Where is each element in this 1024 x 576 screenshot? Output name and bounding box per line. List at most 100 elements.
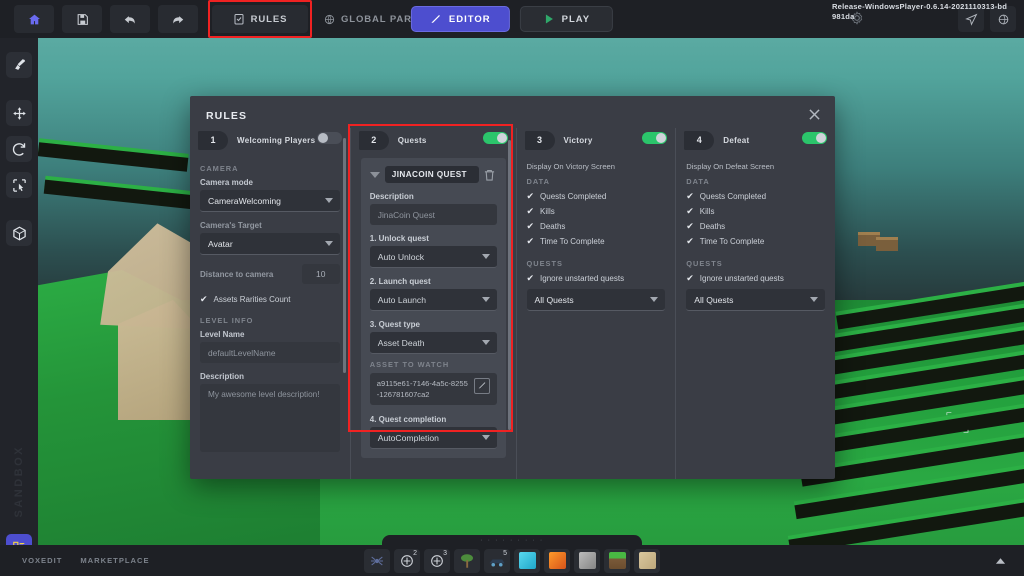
home-icon [28, 13, 41, 26]
display-on-defeat-screen-label: Display On Defeat Screen [686, 162, 775, 171]
distance-to-camera-input[interactable]: 10 [301, 264, 340, 284]
defeat-data-deaths[interactable]: ✔ Deaths [686, 221, 825, 232]
quest-description-input[interactable]: JinaCoin Quest [369, 204, 497, 225]
undo-button[interactable] [110, 5, 150, 33]
redo-button[interactable] [158, 5, 198, 33]
victory-data-kills[interactable]: ✔ Kills [527, 207, 666, 217]
quest-type-select[interactable]: Asset Death [369, 332, 497, 354]
defeat-data-time-to-complete[interactable]: ✔ Time To Complete [686, 236, 825, 247]
pencil-square-icon[interactable] [473, 378, 490, 394]
launch-quest-select[interactable]: Auto Launch [369, 289, 497, 311]
victory-data-quests-completed[interactable]: ✔ Quests Completed [527, 192, 666, 202]
sand-cube-icon [638, 552, 656, 569]
victory-ignore-unstarted-quests[interactable]: ✔ Ignore unstarted quests [527, 274, 666, 284]
marketplace-link[interactable]: MARKETPLACE [80, 556, 149, 565]
hotbar-hood: · · · · · · · · · [382, 535, 642, 545]
rule-title: Welcoming Players [237, 135, 316, 145]
camera-mode-select[interactable]: CameraWelcoming [200, 190, 340, 212]
item-label: Time To Complete [699, 237, 765, 246]
assets-rarities-checkbox-row[interactable]: ✔ Assets Rarities Count [200, 295, 340, 305]
home-button[interactable] [14, 5, 54, 33]
victory-quests-select[interactable]: All Quests [526, 289, 666, 311]
slot-stone-block[interactable] [574, 548, 600, 573]
play-mode-button[interactable]: PLAY [519, 6, 614, 32]
slot-spawn-2[interactable]: 2 [394, 548, 420, 573]
rules-button[interactable]: RULES [208, 0, 312, 38]
rule-toggle-welcoming-players[interactable] [316, 132, 342, 144]
slot-grass-block[interactable] [604, 548, 630, 573]
paint-brush-tool[interactable] [6, 52, 32, 78]
defeat-data-quests-completed[interactable]: ✔ Quests Completed [686, 192, 825, 202]
slot-lava-block[interactable] [544, 548, 570, 573]
quest-completion-select[interactable]: AutoCompletion [369, 427, 497, 449]
hotbar-drag-dots: · · · · · · · · · [480, 536, 544, 544]
top-toolbar: RULES GLOBAL PARAMETERS EDITOR PLAY Rele… [0, 0, 1024, 38]
column2-scrollbar[interactable] [508, 140, 511, 430]
brand-watermark: SANDBOX [13, 445, 25, 518]
level-description-label: Description [200, 372, 245, 381]
checkmark-icon: ✔ [686, 221, 694, 231]
slot-tree[interactable] [454, 548, 480, 573]
victory-data-time-to-complete[interactable]: ✔ Time To Complete [527, 237, 666, 247]
defeat-data-kills[interactable]: ✔ Kills [686, 207, 825, 217]
rule-number-badge: 3 [524, 130, 555, 150]
rule-title: Quests [397, 135, 427, 145]
rule-toggle-victory[interactable] [642, 132, 668, 144]
clipboard-check-icon [233, 13, 245, 25]
item-label: Ignore unstarted quests [699, 274, 784, 283]
rule-toggle-defeat[interactable] [802, 132, 827, 144]
slot-spawn-3[interactable]: 3 [424, 548, 450, 573]
rule-header: 1 Welcoming Players [198, 128, 342, 152]
paint-brush-icon [12, 58, 27, 73]
defeat-ignore-unstarted-quests[interactable]: ✔ Ignore unstarted quests [686, 273, 825, 284]
block-tool[interactable] [6, 220, 32, 246]
voxedit-link[interactable]: VOXEDIT [22, 556, 62, 565]
asset-to-watch-field[interactable]: a9115e61-7146-4a5c-8255-126781607ca2 [369, 373, 497, 405]
rule-number-badge: 2 [358, 130, 389, 150]
column1-scrollbar[interactable] [343, 138, 346, 373]
quest-card: JINACOIN QUEST Description JinaCoin Ques… [360, 158, 506, 458]
display-on-victory-screen-label: Display On Victory Screen [526, 162, 616, 171]
launch-quest-label: 2. Launch quest [369, 277, 431, 286]
quest-name-input[interactable]: JINACOIN QUEST [384, 166, 479, 183]
item-label: Quests Completed [540, 192, 607, 201]
unlock-quest-select[interactable]: Auto Unlock [369, 246, 497, 268]
defeat-quests-select[interactable]: All Quests [686, 289, 825, 311]
level-description-textarea[interactable]: My awesome level description! [200, 384, 340, 452]
quests-section-label: QUESTS [526, 259, 563, 268]
slot-sand-block[interactable] [634, 548, 660, 573]
camera-section-label: CAMERA [200, 164, 239, 173]
move-arrows-icon [12, 106, 27, 121]
slot-ice-block[interactable] [514, 548, 540, 573]
select-cursor-icon [12, 178, 27, 193]
checkmark-icon: ✔ [686, 236, 694, 246]
dialog-title: RULES [206, 110, 248, 122]
chevron-down-icon [481, 254, 490, 259]
gizmo-corner-tl: ⌐ [946, 408, 953, 419]
slot-vehicle[interactable]: 5 [484, 548, 510, 573]
camera-target-select[interactable]: Avatar [200, 233, 340, 255]
save-button[interactable] [62, 5, 102, 33]
rule-column-victory: 3 Victory Display On Victory Screen DATA… [515, 128, 676, 479]
rules-dialog: RULES 1 Welcoming Players CAMERA Camera … [190, 96, 835, 479]
assets-rarities-label: Assets Rarities Count [213, 295, 291, 304]
select-tool[interactable] [6, 172, 32, 198]
chevron-up-icon[interactable] [995, 557, 1006, 565]
caret-down-icon[interactable] [369, 171, 380, 178]
trash-icon[interactable] [484, 169, 497, 181]
level-name-input[interactable]: defaultLevelName [200, 342, 340, 363]
chevron-down-icon [481, 340, 490, 345]
editor-mode-button[interactable]: EDITOR [410, 6, 510, 32]
rotate-tool[interactable] [6, 136, 32, 162]
victory-data-deaths[interactable]: ✔ Deaths [527, 222, 666, 232]
data-section-label: DATA [686, 177, 710, 186]
checkmark-icon: ✔ [686, 273, 694, 283]
close-icon[interactable] [805, 105, 823, 123]
rule-toggle-quests[interactable] [482, 132, 508, 144]
pencil-icon [430, 13, 442, 25]
move-tool[interactable] [6, 100, 32, 126]
save-icon [76, 13, 89, 26]
rule-header: 3 Victory [524, 128, 668, 152]
quest-type-label: 3. Quest type [369, 320, 420, 329]
slot-spider[interactable] [364, 548, 390, 573]
